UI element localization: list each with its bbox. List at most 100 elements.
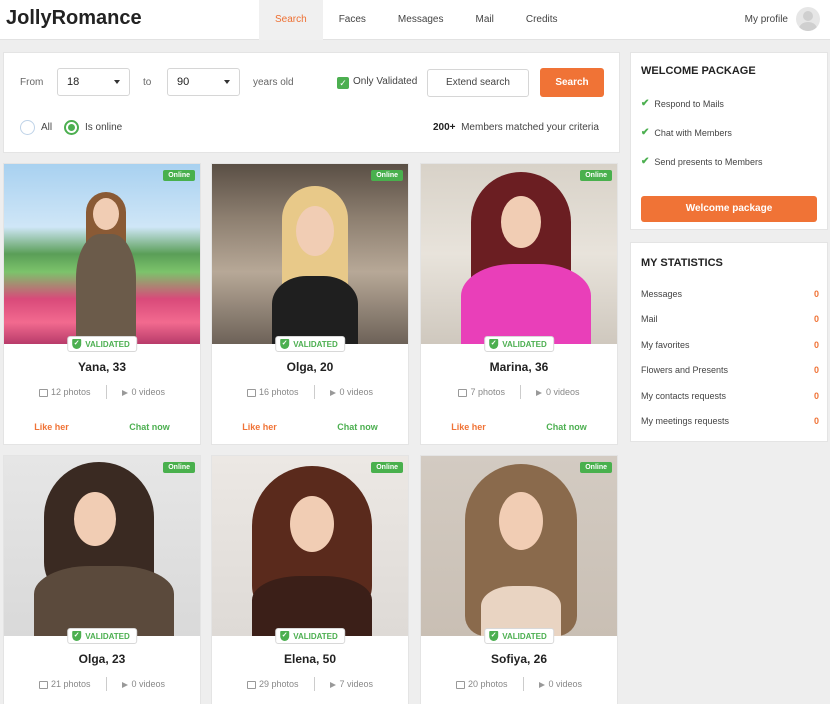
divider bbox=[520, 385, 521, 399]
stat-meetings-requests[interactable]: My meetings requests 0 bbox=[641, 416, 819, 426]
welcome-item: ✔ Send presents to Members bbox=[641, 156, 762, 167]
shield-check-icon: ✓ bbox=[489, 631, 499, 641]
validated-label: VALIDATED bbox=[502, 339, 547, 349]
stat-favorites[interactable]: My favorites 0 bbox=[641, 340, 819, 350]
member-card[interactable]: Online ✓ VALIDATED Marina, 36 7 photos 0 … bbox=[420, 163, 618, 445]
like-her-link[interactable]: Like her bbox=[451, 422, 486, 432]
matched-count: 200+ bbox=[433, 122, 456, 133]
member-name[interactable]: Olga, 20 bbox=[212, 360, 408, 374]
member-name[interactable]: Sofiya, 26 bbox=[421, 652, 617, 666]
shield-check-icon: ✓ bbox=[280, 339, 290, 349]
member-card[interactable]: Online ✓ VALIDATED Olga, 23 21 photos 0 v… bbox=[3, 455, 201, 704]
my-statistics-panel: MY STATISTICS Messages 0 Mail 0 My favorit… bbox=[630, 242, 828, 442]
nav-faces[interactable]: Faces bbox=[323, 0, 382, 40]
age-from-select[interactable]: 18 bbox=[57, 68, 130, 96]
stat-flowers-presents[interactable]: Flowers and Presents 0 bbox=[641, 365, 819, 375]
card-actions: Like her Chat now bbox=[421, 422, 617, 432]
welcome-package-title: WELCOME PACKAGE bbox=[641, 65, 756, 77]
check-icon: ✔ bbox=[641, 156, 650, 167]
stat-value: 0 bbox=[813, 340, 819, 350]
member-photo[interactable] bbox=[4, 456, 200, 636]
extend-search-button[interactable]: Extend search bbox=[427, 69, 529, 97]
nav-search[interactable]: Search bbox=[259, 0, 323, 40]
chat-now-link[interactable]: Chat now bbox=[546, 422, 587, 432]
photos-count: 21 photos bbox=[38, 679, 91, 689]
welcome-item-label: Send presents to Members bbox=[654, 156, 763, 167]
stat-label: Mail bbox=[641, 314, 658, 324]
photos-count: 12 photos bbox=[38, 387, 91, 397]
video-icon bbox=[121, 681, 128, 688]
years-old-label: years old bbox=[253, 77, 294, 88]
chat-now-link[interactable]: Chat now bbox=[129, 422, 170, 432]
nav-credits[interactable]: Credits bbox=[510, 0, 574, 40]
stat-value: 0 bbox=[813, 365, 819, 375]
member-name[interactable]: Marina, 36 bbox=[421, 360, 617, 374]
stat-value: 0 bbox=[813, 289, 819, 299]
validated-badge: ✓ VALIDATED bbox=[67, 336, 137, 352]
member-photo[interactable] bbox=[4, 164, 200, 344]
search-button[interactable]: Search bbox=[540, 68, 604, 97]
my-profile-link[interactable]: My profile bbox=[745, 7, 820, 31]
stat-value: 0 bbox=[813, 391, 819, 401]
photos-count-label: 16 photos bbox=[258, 387, 299, 397]
chevron-down-icon bbox=[224, 80, 230, 84]
user-avatar-icon[interactable] bbox=[796, 7, 820, 31]
site-logo[interactable]: JollyRomance bbox=[6, 7, 142, 30]
to-label: to bbox=[143, 77, 152, 88]
member-card[interactable]: Online ✓ VALIDATED Sofiya, 26 20 photos 0… bbox=[420, 455, 618, 704]
photo-icon bbox=[246, 680, 256, 689]
member-media-stats: 7 photos 0 videos bbox=[421, 385, 617, 399]
member-photo[interactable] bbox=[212, 164, 408, 344]
videos-count: 0 videos bbox=[121, 679, 165, 689]
member-name[interactable]: Yana, 33 bbox=[4, 360, 200, 374]
member-photo[interactable] bbox=[212, 456, 408, 636]
check-icon: ✔ bbox=[641, 98, 650, 109]
photos-count-label: 12 photos bbox=[50, 387, 91, 397]
photo-icon bbox=[458, 388, 468, 397]
like-her-link[interactable]: Like her bbox=[242, 422, 277, 432]
welcome-package-button[interactable]: Welcome package bbox=[641, 196, 817, 222]
stat-contacts-requests[interactable]: My contacts requests 0 bbox=[641, 391, 819, 401]
validated-badge: ✓ VALIDATED bbox=[484, 336, 554, 352]
member-name[interactable]: Elena, 50 bbox=[212, 652, 408, 666]
radio-is-online[interactable] bbox=[64, 120, 79, 135]
member-media-stats: 12 photos 0 videos bbox=[4, 385, 200, 399]
radio-is-online-label: Is online bbox=[85, 122, 123, 133]
only-validated-checkbox[interactable]: ✓ bbox=[337, 77, 349, 89]
video-icon bbox=[121, 389, 128, 396]
photos-count: 29 photos bbox=[246, 679, 299, 689]
nav-mail[interactable]: Mail bbox=[460, 0, 510, 40]
stat-label: Flowers and Presents bbox=[641, 365, 729, 375]
videos-count-label: 0 videos bbox=[131, 387, 166, 397]
video-icon bbox=[329, 681, 336, 688]
only-validated-label: Only Validated bbox=[353, 76, 418, 87]
member-card[interactable]: Online ✓ VALIDATED Elena, 50 29 photos 7 … bbox=[211, 455, 409, 704]
age-to-select[interactable]: 90 bbox=[167, 68, 240, 96]
stat-value: 0 bbox=[813, 416, 819, 426]
check-icon: ✔ bbox=[641, 127, 650, 138]
divider bbox=[522, 677, 524, 691]
stat-label: My meetings requests bbox=[641, 416, 730, 426]
member-media-stats: 29 photos 7 videos bbox=[212, 677, 408, 691]
welcome-item-label: Respond to Mails bbox=[654, 98, 724, 109]
from-label: From bbox=[20, 77, 44, 88]
stat-messages[interactable]: Messages 0 bbox=[641, 289, 819, 299]
stat-mail[interactable]: Mail 0 bbox=[641, 314, 819, 324]
member-photo[interactable] bbox=[421, 164, 617, 344]
nav-messages[interactable]: Messages bbox=[382, 0, 460, 40]
chat-now-link[interactable]: Chat now bbox=[337, 422, 378, 432]
photos-count: 7 photos bbox=[458, 387, 505, 397]
member-card[interactable]: Online ✓ VALIDATED Olga, 20 16 photos 0 v… bbox=[211, 163, 409, 445]
member-photo[interactable] bbox=[421, 456, 617, 636]
welcome-package-panel: WELCOME PACKAGE ✔ Respond to Mails ✔ Chat … bbox=[630, 52, 828, 230]
radio-all[interactable] bbox=[20, 120, 35, 135]
like-her-link[interactable]: Like her bbox=[34, 422, 69, 432]
stat-label: My contacts requests bbox=[641, 391, 727, 401]
online-badge: Online bbox=[580, 170, 612, 181]
videos-count: 0 videos bbox=[538, 679, 582, 689]
member-card[interactable]: Online ✓ VALIDATED Yana, 33 12 photos 0 v… bbox=[3, 163, 201, 445]
videos-count-label: 0 videos bbox=[339, 387, 374, 397]
videos-count: 0 videos bbox=[536, 387, 580, 397]
online-badge: Online bbox=[371, 462, 403, 473]
member-name[interactable]: Olga, 23 bbox=[4, 652, 200, 666]
